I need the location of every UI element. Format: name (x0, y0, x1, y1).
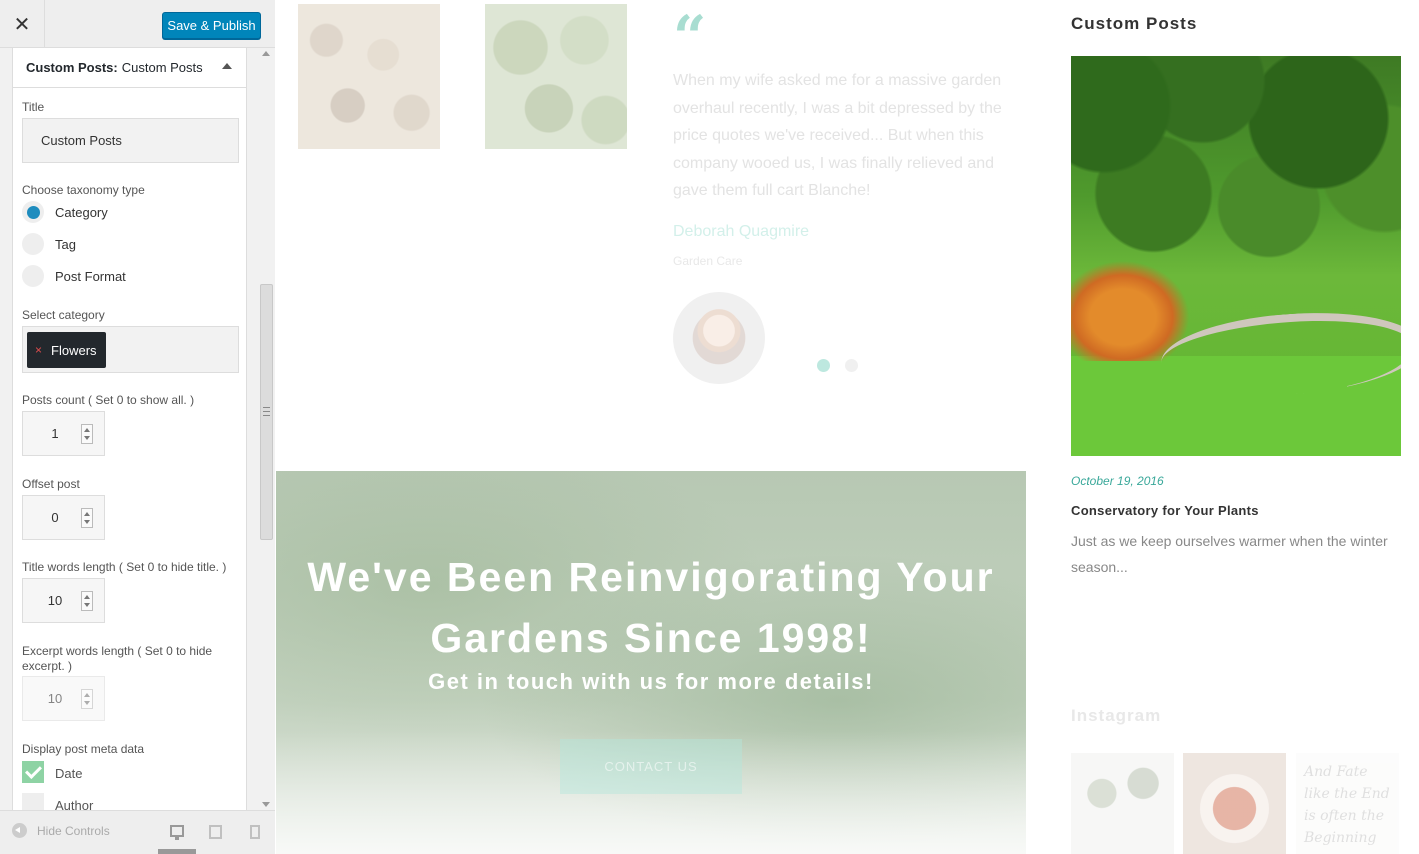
post-title[interactable]: Conservatory for Your Plants (1071, 503, 1259, 518)
hero-banner: We've Been Reinvigorating Your Gardens S… (276, 471, 1026, 854)
testimonial-role: Garden Care (673, 254, 743, 268)
offset-stepper[interactable]: 0 (22, 495, 105, 540)
gallery-image-cactus[interactable] (485, 4, 627, 149)
taxonomy-option-label: Tag (55, 236, 76, 252)
sidebar-scrollbar[interactable] (258, 48, 275, 810)
spinner-arrows-icon[interactable] (81, 508, 93, 528)
post-excerpt: Just as we keep ourselves warmer when th… (1071, 533, 1388, 575)
checkbox-author[interactable] (22, 793, 44, 810)
instagram-image-food[interactable] (1183, 753, 1286, 854)
checkbox-date[interactable] (22, 761, 44, 783)
save-publish-button[interactable]: Save & Publish (162, 12, 261, 39)
remove-tag-icon[interactable]: × (35, 343, 42, 357)
widget-name: Custom Posts (121, 60, 203, 75)
posts-count-label: Posts count ( Set 0 to show all. ) (22, 393, 195, 407)
hide-controls-label: Hide Controls (37, 823, 110, 838)
slider-dot-active[interactable] (817, 359, 830, 372)
title-words-stepper[interactable]: 10 (22, 578, 105, 623)
contact-us-button[interactable]: CONTACT US (560, 739, 742, 794)
taxonomy-option-label: Category (55, 204, 108, 220)
taxonomy-option-category[interactable]: Category (22, 201, 108, 223)
custom-posts-widget-title: Custom Posts (1071, 14, 1198, 33)
scrollbar-thumb[interactable] (260, 284, 273, 540)
spinner-arrows-icon[interactable] (81, 424, 93, 444)
excerpt-words-label: Excerpt words length ( Set 0 to hide exc… (22, 644, 213, 673)
scroll-down-icon[interactable] (262, 802, 270, 807)
close-icon: ✕ (13, 13, 31, 36)
widget-header[interactable]: Custom Posts: Custom Posts (12, 48, 247, 88)
widget-form: Title Custom Posts Choose taxonomy type … (12, 88, 247, 810)
active-device-indicator (158, 849, 196, 854)
radio-unchecked-icon[interactable] (22, 265, 44, 287)
collapse-arrow-icon[interactable] (222, 63, 232, 69)
taxonomy-option-post-format[interactable]: Post Format (22, 265, 126, 287)
checkbox-author-label: Author (55, 798, 94, 810)
meta-label: Display post meta data (22, 742, 145, 756)
title-words-label: Title words length ( Set 0 to hide title… (22, 560, 227, 574)
radio-unchecked-icon[interactable] (22, 233, 44, 255)
gallery-image-stones[interactable] (298, 4, 440, 149)
post-thumbnail[interactable] (1071, 56, 1401, 456)
customizer-footer: Hide Controls (0, 810, 275, 854)
excerpt-words-stepper[interactable]: 10 (22, 676, 105, 721)
title-input[interactable]: Custom Posts (22, 118, 239, 163)
tablet-preview-icon[interactable] (209, 825, 222, 839)
mobile-preview-icon[interactable] (250, 825, 260, 839)
taxonomy-option-tag[interactable]: Tag (22, 233, 76, 255)
title-words-value: 10 (47, 593, 63, 608)
taxonomy-option-label: Post Format (55, 268, 126, 284)
category-tag-label: Flowers (51, 342, 97, 358)
testimonial-author: Deborah Quagmire (673, 223, 810, 240)
excerpt-words-value: 10 (47, 691, 63, 706)
scroll-up-icon[interactable] (262, 51, 270, 56)
customizer-window: ✕ Save & Publish Custom Posts: Custom Po… (0, 0, 1419, 854)
category-label: Select category (22, 308, 105, 322)
widget-panel: Custom Posts: Custom Posts Title Custom … (0, 48, 258, 810)
quote-icon: “ (673, 3, 707, 71)
instagram-image-handwriting[interactable]: And Fate like the End is often the Begin… (1296, 753, 1399, 854)
radio-checked-icon[interactable] (22, 201, 44, 223)
hero-title: We've Been Reinvigorating Your Gardens S… (307, 554, 995, 661)
offset-value: 0 (51, 510, 59, 525)
posts-count-stepper[interactable]: 1 (22, 411, 105, 456)
widget-type: Custom Posts: (26, 60, 118, 75)
site-preview: “ When my wife asked me for a massive ga… (276, 0, 1419, 854)
posts-count-value: 1 (51, 426, 59, 441)
collapse-left-icon (12, 823, 27, 838)
customizer-header: ✕ Save & Publish (0, 0, 275, 48)
category-select[interactable]: × Flowers (22, 326, 239, 373)
post-date[interactable]: October 19, 2016 (1071, 474, 1164, 488)
slider-dot[interactable] (845, 359, 858, 372)
hero-subtitle: Get in touch with us for more details! (428, 669, 874, 694)
category-tag[interactable]: × Flowers (27, 332, 106, 368)
checkbox-date-label: Date (55, 766, 83, 781)
testimonial-avatar (673, 292, 765, 384)
title-label: Title (22, 100, 45, 114)
taxonomy-label: Choose taxonomy type (22, 183, 145, 197)
spinner-arrows-icon[interactable] (81, 591, 93, 611)
offset-label: Offset post (22, 477, 80, 491)
spinner-arrows-icon[interactable] (81, 689, 93, 709)
desktop-preview-icon[interactable] (170, 825, 184, 840)
instagram-widget-title: Instagram (1071, 706, 1162, 725)
hide-controls-button[interactable]: Hide Controls (12, 823, 110, 838)
grip-icon (263, 407, 270, 416)
customizer-sidebar: ✕ Save & Publish Custom Posts: Custom Po… (0, 0, 275, 854)
testimonial-text: When my wife asked me for a massive gard… (673, 72, 1002, 199)
instagram-image-plants[interactable] (1071, 753, 1174, 854)
close-customizer-button[interactable]: ✕ (0, 0, 45, 48)
